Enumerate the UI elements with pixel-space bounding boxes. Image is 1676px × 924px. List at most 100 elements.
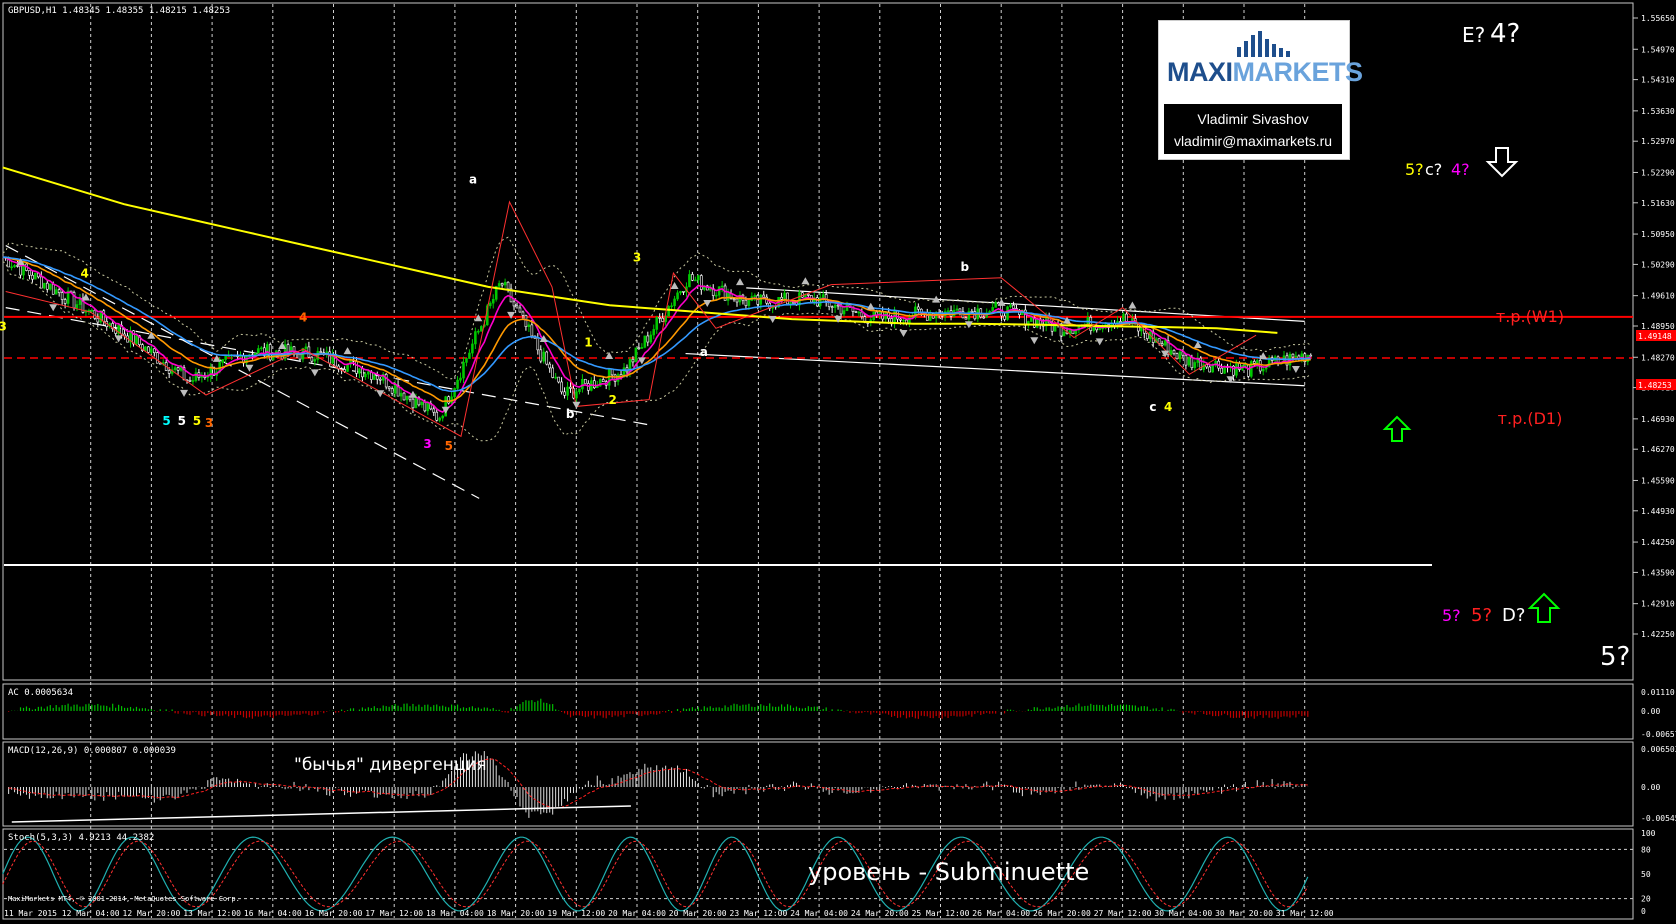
fractal-icon [866,302,875,310]
candle-body [1122,313,1125,323]
candle-body [691,274,694,281]
candle-body [676,292,679,300]
candle-body [1235,362,1238,376]
candle-body [1184,354,1188,366]
candle-body [697,275,700,281]
candle-body [147,346,150,353]
candle-body [221,359,224,363]
ac-label: AC 0.0005634 [8,688,73,698]
price-tick-label: 1.43590 [1641,568,1675,577]
stoch-label: Stoch(5,3,3) 4.9213 44.2382 [8,833,154,843]
d1-level-label: т.р.(D1) [1498,409,1563,428]
price-tick-label: 1.44250 [1641,538,1675,547]
candle-body [786,292,789,305]
subminuette-text: уровень - Subminuette [808,858,1089,886]
time-tick-label: 26 Mar 04:00 [972,909,1030,918]
candle-body [1244,364,1247,367]
candle-body [497,283,501,287]
wave-label-5: 5 [445,439,453,453]
candle-body [917,306,920,310]
candle-body [54,289,58,295]
panel-frames [2,2,1634,920]
small-up-arrow-icon [1382,415,1412,442]
candle-body [453,388,456,398]
time-tick-label: 13 Mar 12:00 [183,909,241,918]
candle-body [48,283,52,290]
logo-contact-box: Vladimir Sivashov vladimir@maximarkets.r… [1164,104,1342,154]
candle-body [655,317,659,330]
candle-body [557,376,560,383]
up-arrow-icon [1527,592,1561,623]
forecast-e-label: E? [1462,23,1485,47]
candle-body [411,398,415,409]
candle-body [96,318,100,323]
candle-body [860,311,864,317]
candle-body [581,379,584,390]
candle-body [390,388,394,394]
time-tick-label: 27 Mar 12:00 [1094,909,1152,918]
maximarkets-logo-card: MAXIMARKETS Vladimir Sivashov vladimir@m… [1158,20,1363,160]
candle-body [658,317,662,319]
candle-body [854,311,858,313]
candle-body [500,283,504,286]
fractal-icon [735,278,744,286]
wave-label-5: 5 [193,414,201,428]
candle-body [789,302,792,305]
candle-body [982,316,986,319]
candle-body [1160,343,1164,346]
candle-body [426,403,430,412]
wave-label-3: 3 [423,437,431,451]
fractal-icon [768,316,777,324]
candle-body [51,283,55,295]
candle-body [144,346,147,351]
candle-body [551,367,554,378]
wave-label-5: 5 [162,414,170,428]
candle-body [1003,315,1006,320]
wave-label-c: c [1149,400,1156,414]
candle-body [1030,317,1033,322]
stoch-tick-label: 100 [1641,829,1656,838]
forecast-4-magenta: 4? [1451,160,1470,179]
fractal-icon [899,330,908,338]
author-email: vladimir@maximarkets.ru [1173,133,1333,149]
fractal-icon [245,364,254,372]
fractal-icon [1095,338,1104,346]
candle-body [313,359,317,362]
candle-body [378,378,382,381]
candle-body [375,375,379,380]
candle-body [759,294,763,305]
candle-body [364,373,367,378]
price-tick-label: 1.52970 [1641,137,1675,146]
time-tick-label: 17 Mar 12:00 [365,909,423,918]
candle-body [649,334,653,343]
candle-body [16,265,19,267]
candle-body [578,388,581,393]
time-tick-label: 12 Mar 20:00 [123,909,181,918]
candle-body [783,292,786,300]
candle-body [456,379,459,389]
candle-body [477,330,480,333]
candle-body [402,392,406,401]
candle-body [744,299,748,306]
stoch-tick-label: 80 [1641,845,1651,854]
candle-body [661,317,664,322]
candle-body [90,309,94,312]
candle-body [955,308,959,311]
candle-body [857,311,861,314]
wave-label-3: 3 [0,320,7,334]
fractal-icon [1030,337,1039,345]
candle-body [1208,366,1211,373]
candle-body [506,281,510,290]
candle-body [670,305,673,308]
candle-body [373,375,376,380]
candle-body [503,281,507,286]
candle-body [158,362,162,365]
divergence-text: "бычья" дивергенция [294,755,487,775]
time-tick-label: 26 Mar 20:00 [1033,909,1091,918]
candle-body [566,386,569,396]
macd-tick-label: -0.005457 [1641,814,1676,823]
ac-histogram [8,698,1309,719]
candle-body [652,329,656,336]
price-tick-label: 1.46270 [1641,445,1675,454]
stoch-tick-label: 0 [1641,907,1646,916]
